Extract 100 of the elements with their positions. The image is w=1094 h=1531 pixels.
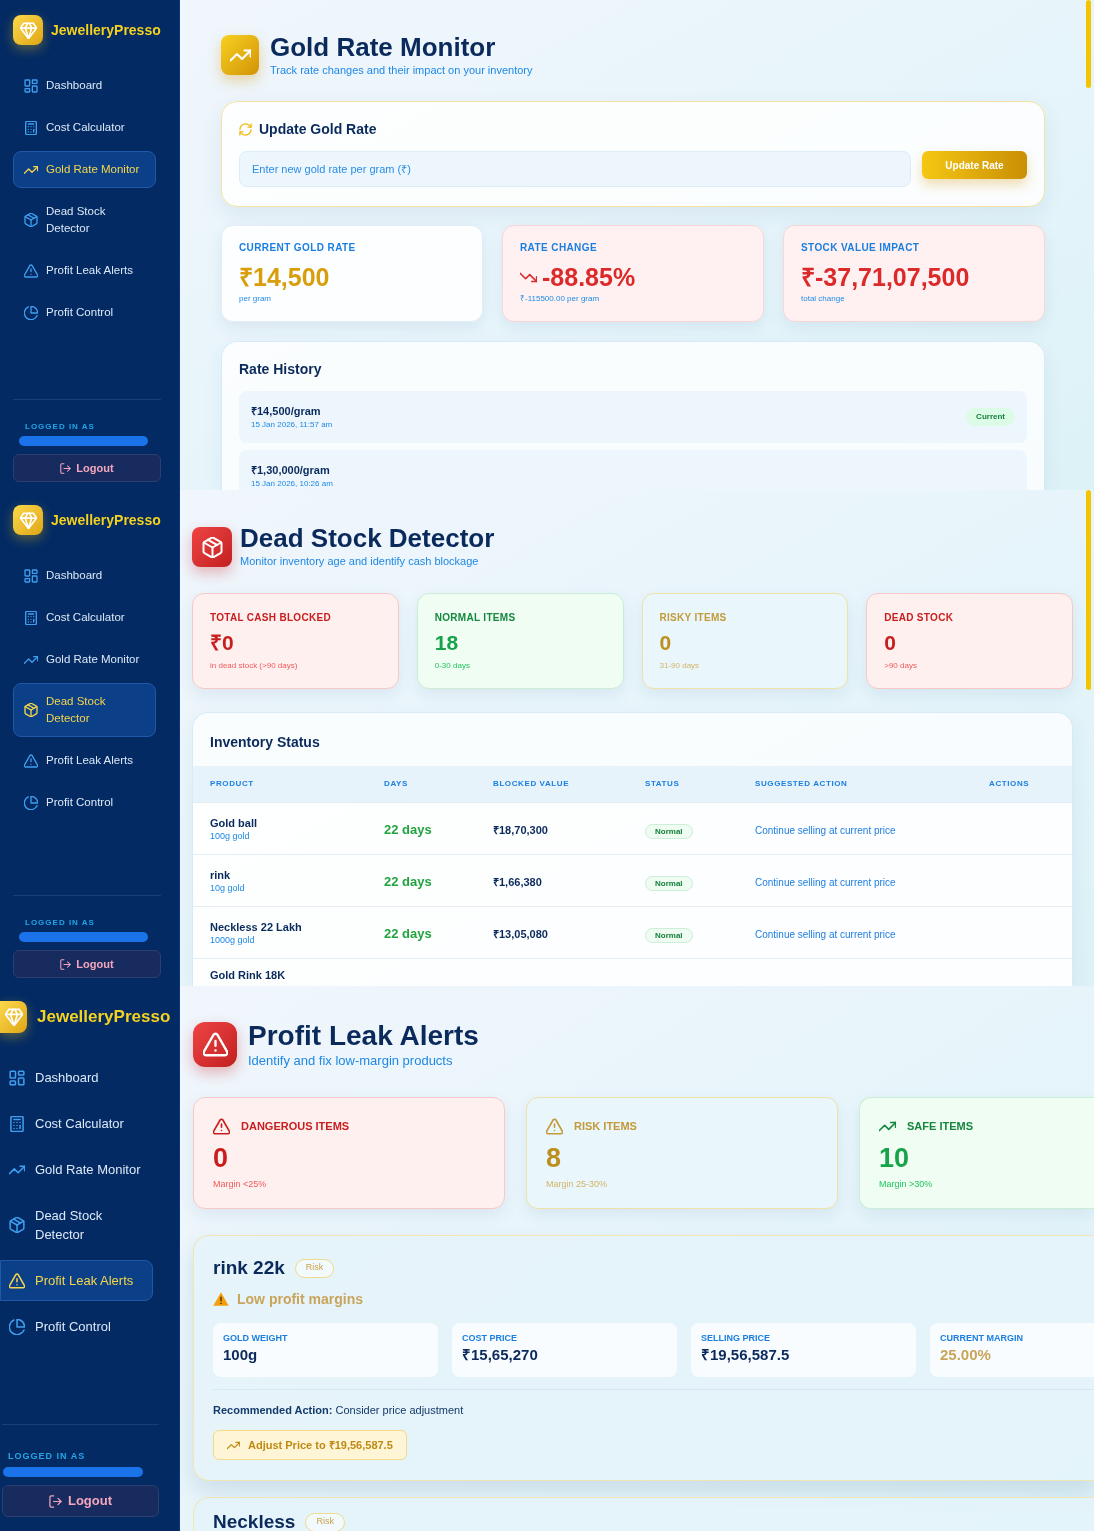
nav-item[interactable]: Profit Leak Alerts — [13, 742, 156, 779]
nav-item[interactable]: Dead Stock Detector — [13, 193, 156, 247]
blocked-value: ₹18,70,300 — [493, 823, 548, 836]
rate-time: 15 Jan 2026, 11:57 am — [251, 420, 333, 430]
logout-icon — [48, 1494, 62, 1508]
product-name: Gold Rink 18K — [210, 968, 287, 982]
stat-note: ₹-115500.00 per gram — [520, 294, 601, 304]
product-weight: 100g gold — [210, 829, 251, 842]
metric-value: 100g — [223, 1346, 259, 1364]
stat-value: 18 — [434, 631, 460, 655]
nav-item[interactable]: Gold Rate Monitor — [13, 151, 156, 188]
nav-item[interactable]: Profit Leak Alerts — [13, 252, 156, 289]
trend-up-icon — [221, 35, 259, 75]
warning-icon — [213, 1292, 229, 1306]
stat-value: 10 — [879, 1143, 911, 1173]
page-subtitle: Monitor inventory age and identify cash blockage — [240, 554, 480, 568]
metric-label: SELLING PRICE — [701, 1333, 771, 1344]
rate-value: ₹14,500/gram — [251, 404, 322, 418]
stat-label: DANGEROUS ITEMS — [241, 1119, 350, 1134]
metric-label: COST PRICE — [462, 1333, 518, 1344]
column-header: DAYS — [384, 778, 409, 790]
status-badge: Normal — [645, 928, 693, 943]
risk-badge: Risk — [294, 1258, 335, 1278]
warning-icon — [213, 1118, 230, 1135]
stat-note: Margin 25-30% — [546, 1179, 609, 1190]
suggested-action: Continue selling at current price — [755, 876, 896, 888]
stat-label: RISKY ITEMS — [659, 612, 728, 624]
metric-label: GOLD WEIGHT — [223, 1333, 289, 1344]
stat-value: 0 — [659, 631, 673, 655]
nav-item[interactable]: Cost Calculator — [13, 599, 156, 636]
stat-value: ₹-37,71,07,500 — [801, 262, 970, 292]
column-header: BLOCKED VALUE — [493, 778, 571, 790]
package-icon — [192, 527, 232, 567]
logout-icon — [60, 958, 72, 970]
product-name: Neckless — [213, 1510, 296, 1531]
card-heading: Inventory Status — [209, 733, 321, 751]
nav-item[interactable]: Dead Stock Detector — [13, 683, 156, 737]
product-name: Neckless 22 Lakh — [210, 919, 303, 934]
card-heading: Rate History — [239, 360, 323, 378]
stat-note: >90 days — [884, 661, 918, 671]
metric-value: ₹15,65,270 — [462, 1346, 539, 1364]
gem-logo-icon — [13, 505, 43, 535]
blocked-value: ₹13,05,080 — [493, 927, 548, 940]
column-header: STATUS — [645, 778, 681, 790]
grid-icon — [24, 568, 38, 583]
nav-item[interactable]: Cost Calculator — [13, 109, 156, 146]
grid-icon — [24, 78, 38, 93]
nav-item[interactable]: Profit Leak Alerts — [0, 1260, 153, 1301]
scrollbar-thumb[interactable] — [1086, 490, 1091, 690]
nav-item[interactable]: Profit Control — [0, 1306, 153, 1347]
recommendation-text: Recommended Action: Consider price adjustment — [213, 1403, 465, 1417]
scrollbar-thumb[interactable] — [1086, 0, 1091, 88]
stat-label: STOCK VALUE IMPACT — [801, 242, 921, 254]
rate-input[interactable]: Enter new gold rate per gram (₹) — [239, 151, 911, 187]
current-badge: Current — [966, 408, 1015, 426]
status-badge: Normal — [645, 876, 693, 891]
account-label: LOGGED IN AS — [24, 422, 96, 432]
warning-icon — [546, 1118, 563, 1135]
pie-chart-icon — [24, 795, 38, 810]
stat-value: ₹0 — [210, 631, 235, 655]
nav-item[interactable]: Dead Stock Detector — [0, 1195, 153, 1255]
logout-button[interactable]: Logout — [13, 950, 161, 978]
stat-value: ₹14,500 — [239, 262, 330, 292]
package-icon — [9, 1217, 25, 1233]
package-icon — [24, 703, 38, 717]
column-header: ACTIONS — [989, 778, 1031, 790]
stat-value: 0 — [884, 631, 897, 655]
account-label: LOGGED IN AS — [24, 918, 96, 928]
pie-chart-icon — [24, 305, 38, 320]
nav-item[interactable]: Gold Rate Monitor — [0, 1149, 153, 1190]
pie-chart-icon — [9, 1318, 25, 1335]
stat-label: CURRENT GOLD RATE — [239, 242, 357, 254]
stat-value: -88.85% — [542, 262, 636, 292]
nav-item[interactable]: Dashboard — [0, 1057, 153, 1098]
nav-item[interactable]: Dashboard — [13, 67, 156, 104]
nav-item[interactable]: Cost Calculator — [0, 1103, 153, 1144]
warning-icon — [193, 1022, 237, 1067]
nav-item[interactable]: Gold Rate Monitor — [13, 641, 156, 678]
logout-button[interactable]: Logout — [2, 1485, 159, 1517]
rate-value: ₹1,30,000/gram — [251, 463, 331, 477]
warning-icon — [24, 753, 38, 768]
nav-item[interactable]: Dashboard — [13, 557, 156, 594]
product-weight: 1000g gold — [210, 933, 256, 946]
days-value: 22 days — [384, 873, 432, 889]
blocked-value: ₹1,66,380 — [493, 875, 542, 888]
logout-button[interactable]: Logout — [13, 454, 161, 482]
stat-note: per gram — [239, 294, 272, 304]
stat-note: 0-30 days — [434, 661, 471, 671]
metric-value: 25.00% — [940, 1346, 992, 1364]
stat-label: RATE CHANGE — [520, 242, 598, 254]
stat-label: TOTAL CASH BLOCKED — [210, 612, 332, 624]
stat-label: DEAD STOCK — [884, 612, 955, 624]
nav-item[interactable]: Profit Control — [13, 784, 156, 821]
brand-name: JewelleryPresso — [51, 511, 161, 529]
nav-item[interactable]: Profit Control — [13, 294, 156, 331]
metric-value: ₹19,56,587.5 — [701, 1346, 791, 1364]
page-subtitle: Track rate changes and their impact on your inventory — [270, 63, 533, 77]
page-title: Profit Leak Alerts — [248, 1020, 479, 1052]
page-title: Dead Stock Detector — [240, 524, 495, 552]
product-name: rink — [210, 867, 232, 882]
